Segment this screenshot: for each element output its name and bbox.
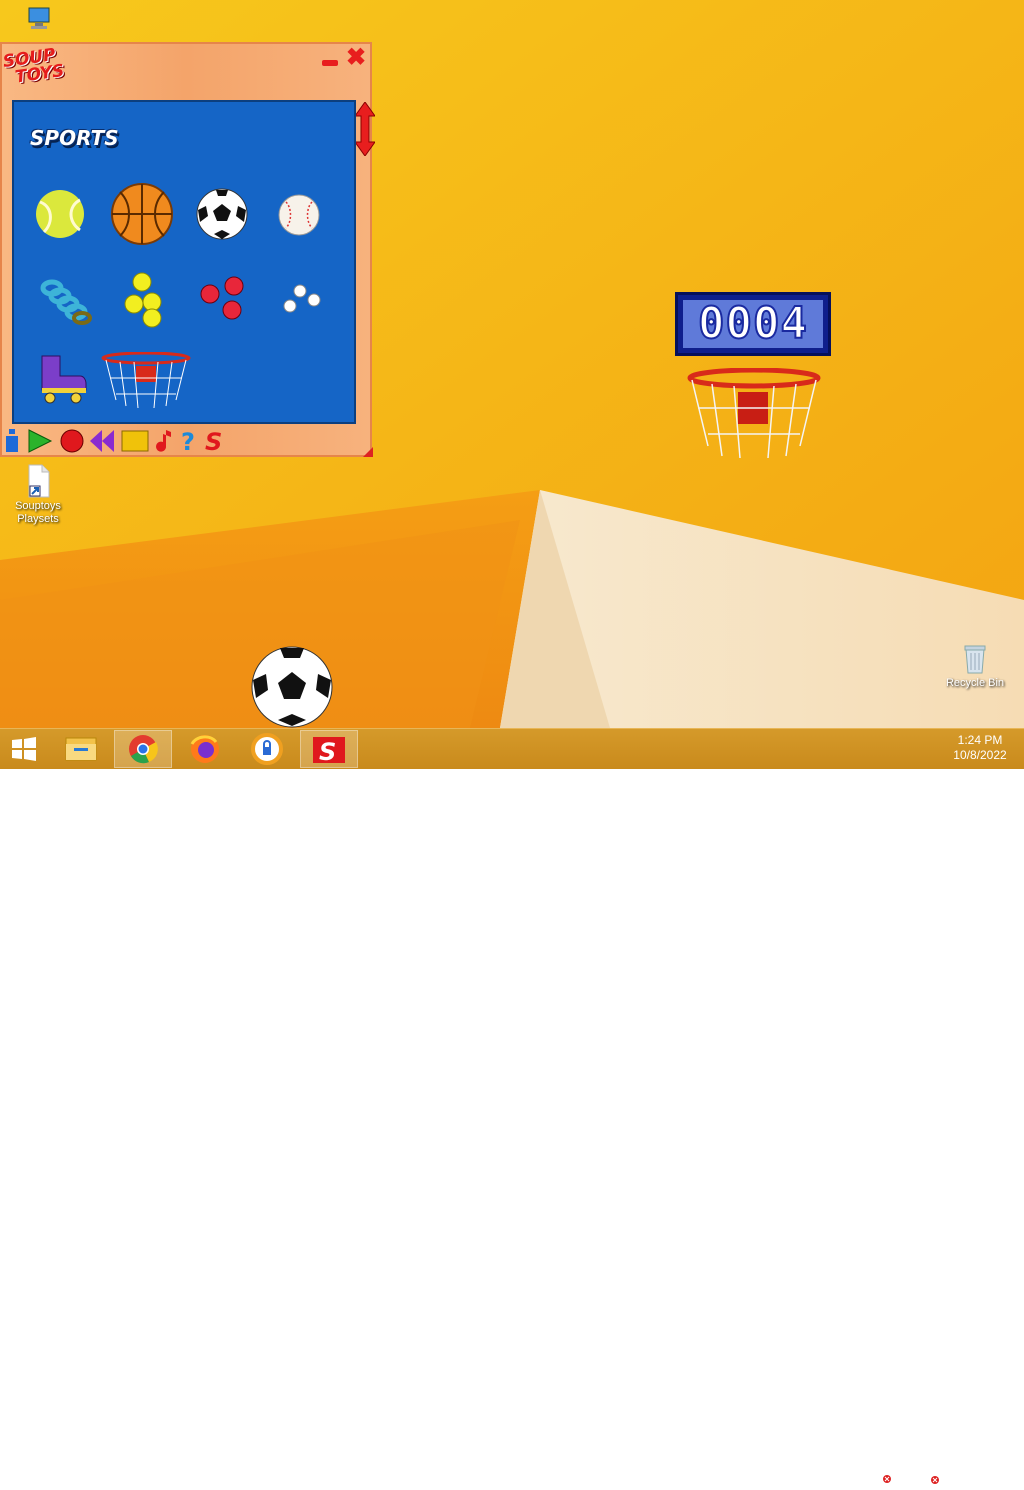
tennis-ball-icon	[36, 190, 84, 238]
souptoys-menu-button[interactable]: S	[202, 428, 228, 456]
close-icon: ✖	[345, 44, 367, 71]
svg-text:?: ?	[181, 428, 195, 454]
scoreboard[interactable]: 0004	[675, 292, 831, 356]
show-hidden-icons-button[interactable]	[852, 1467, 870, 1485]
baseball-icon	[278, 194, 320, 236]
network-button[interactable]	[898, 1467, 916, 1485]
scroll-arrow-button[interactable]	[354, 101, 376, 158]
stop-icon	[121, 430, 149, 452]
logo-line2: TOYS	[13, 60, 66, 88]
basketball-hoop-icon	[101, 351, 191, 409]
minimize-button[interactable]	[320, 54, 340, 68]
souptoys-s-icon: S	[205, 428, 222, 456]
souptoys-app-icon: S	[313, 737, 345, 766]
white-balls-item[interactable]	[282, 284, 326, 321]
close-button[interactable]: ✖	[344, 46, 368, 70]
taskbar: S	[0, 728, 1024, 1484]
souptoys-playsets-label: Souptoys Playsets	[15, 500, 61, 525]
toy-spring-item[interactable]	[40, 278, 94, 333]
clock-time: 1:24 PM	[957, 733, 1003, 747]
taskbar-souptoys[interactable]: S	[300, 730, 358, 768]
updown-arrow-icon	[354, 101, 376, 157]
record-icon	[60, 429, 84, 453]
basketball-icon	[111, 183, 173, 245]
firefox-icon	[190, 735, 219, 763]
yellow-balls-icon	[124, 272, 162, 328]
red-balls-icon	[200, 276, 244, 320]
baseball-item[interactable]	[278, 194, 320, 241]
svg-text:S: S	[319, 738, 336, 766]
chevron-up-icon	[856, 1474, 866, 1479]
clock-date: 10/8/2022	[953, 748, 1007, 762]
taskbar-secure-browser[interactable]	[238, 730, 296, 768]
roller-skate-item[interactable]	[36, 352, 88, 409]
volume-button[interactable]	[874, 1467, 892, 1485]
windows-logo-icon	[12, 737, 36, 761]
souptoys-toolbar: ? S	[2, 428, 374, 458]
toy-panel: SPORTS	[12, 100, 356, 424]
yellow-balls-item[interactable]	[122, 272, 166, 333]
red-balls-item[interactable]	[196, 276, 248, 327]
tennis-ball-item[interactable]	[34, 188, 86, 245]
scoreboard-display: 0004	[683, 298, 823, 349]
recycle-bin-icon[interactable]: Recycle Bin	[940, 643, 1010, 690]
info-icon	[6, 429, 18, 452]
taskbar-clock[interactable]: 1:24 PM 10/8/2022	[944, 733, 1016, 763]
taskbar-chrome[interactable]	[114, 730, 172, 768]
soccer-ball-item[interactable]	[196, 188, 248, 245]
basketball-item[interactable]	[110, 182, 174, 251]
play-icon	[28, 429, 53, 453]
play-button[interactable]	[26, 428, 54, 454]
soccer-ball-toy[interactable]	[250, 646, 334, 728]
soccer-ball-icon	[196, 188, 248, 240]
music-button[interactable]	[152, 428, 176, 454]
record-button[interactable]	[58, 428, 86, 454]
taskbar-file-explorer[interactable]	[52, 730, 110, 768]
panel-title: SPORTS	[30, 126, 119, 150]
help-icon: ?	[181, 428, 195, 456]
help-button[interactable]: ?	[178, 428, 200, 456]
this-pc-icon[interactable]	[4, 6, 74, 32]
action-center-button[interactable]	[922, 1467, 940, 1485]
rewind-icon	[90, 430, 114, 452]
souptoys-window[interactable]: SOUP TOYS ✖ SPORTS ? S	[0, 42, 376, 458]
resize-grip[interactable]	[363, 447, 373, 457]
souptoys-playsets-icon[interactable]: Souptoys Playsets	[3, 464, 73, 526]
roller-skate-icon	[41, 355, 87, 404]
score-value: 0004	[697, 298, 808, 349]
flag-alert-icon	[924, 1469, 939, 1484]
info-button[interactable]	[2, 428, 20, 454]
secure-browser-icon	[251, 733, 283, 765]
basketball-hoop[interactable]	[686, 368, 822, 460]
basketball-hoop-item[interactable]	[100, 351, 192, 415]
rewind-button[interactable]	[88, 428, 118, 454]
minimize-icon	[322, 60, 338, 66]
recycle-bin-label: Recycle Bin	[945, 677, 1005, 689]
volume-muted-icon	[876, 1469, 891, 1483]
chrome-icon	[129, 735, 158, 764]
folder-icon	[65, 737, 97, 761]
taskbar-firefox[interactable]	[176, 730, 234, 768]
svg-text:S: S	[205, 428, 222, 454]
white-balls-icon	[283, 284, 321, 313]
start-button[interactable]	[0, 730, 48, 768]
souptoys-logo: SOUP TOYS	[2, 45, 66, 88]
desktop[interactable]: Souptoys Playsets Recycle Bin SOUP TOYS …	[0, 0, 1024, 728]
network-icon	[899, 1469, 913, 1482]
stop-button[interactable]	[120, 428, 150, 454]
toy-spring-icon	[40, 279, 92, 325]
music-note-icon	[156, 430, 171, 452]
